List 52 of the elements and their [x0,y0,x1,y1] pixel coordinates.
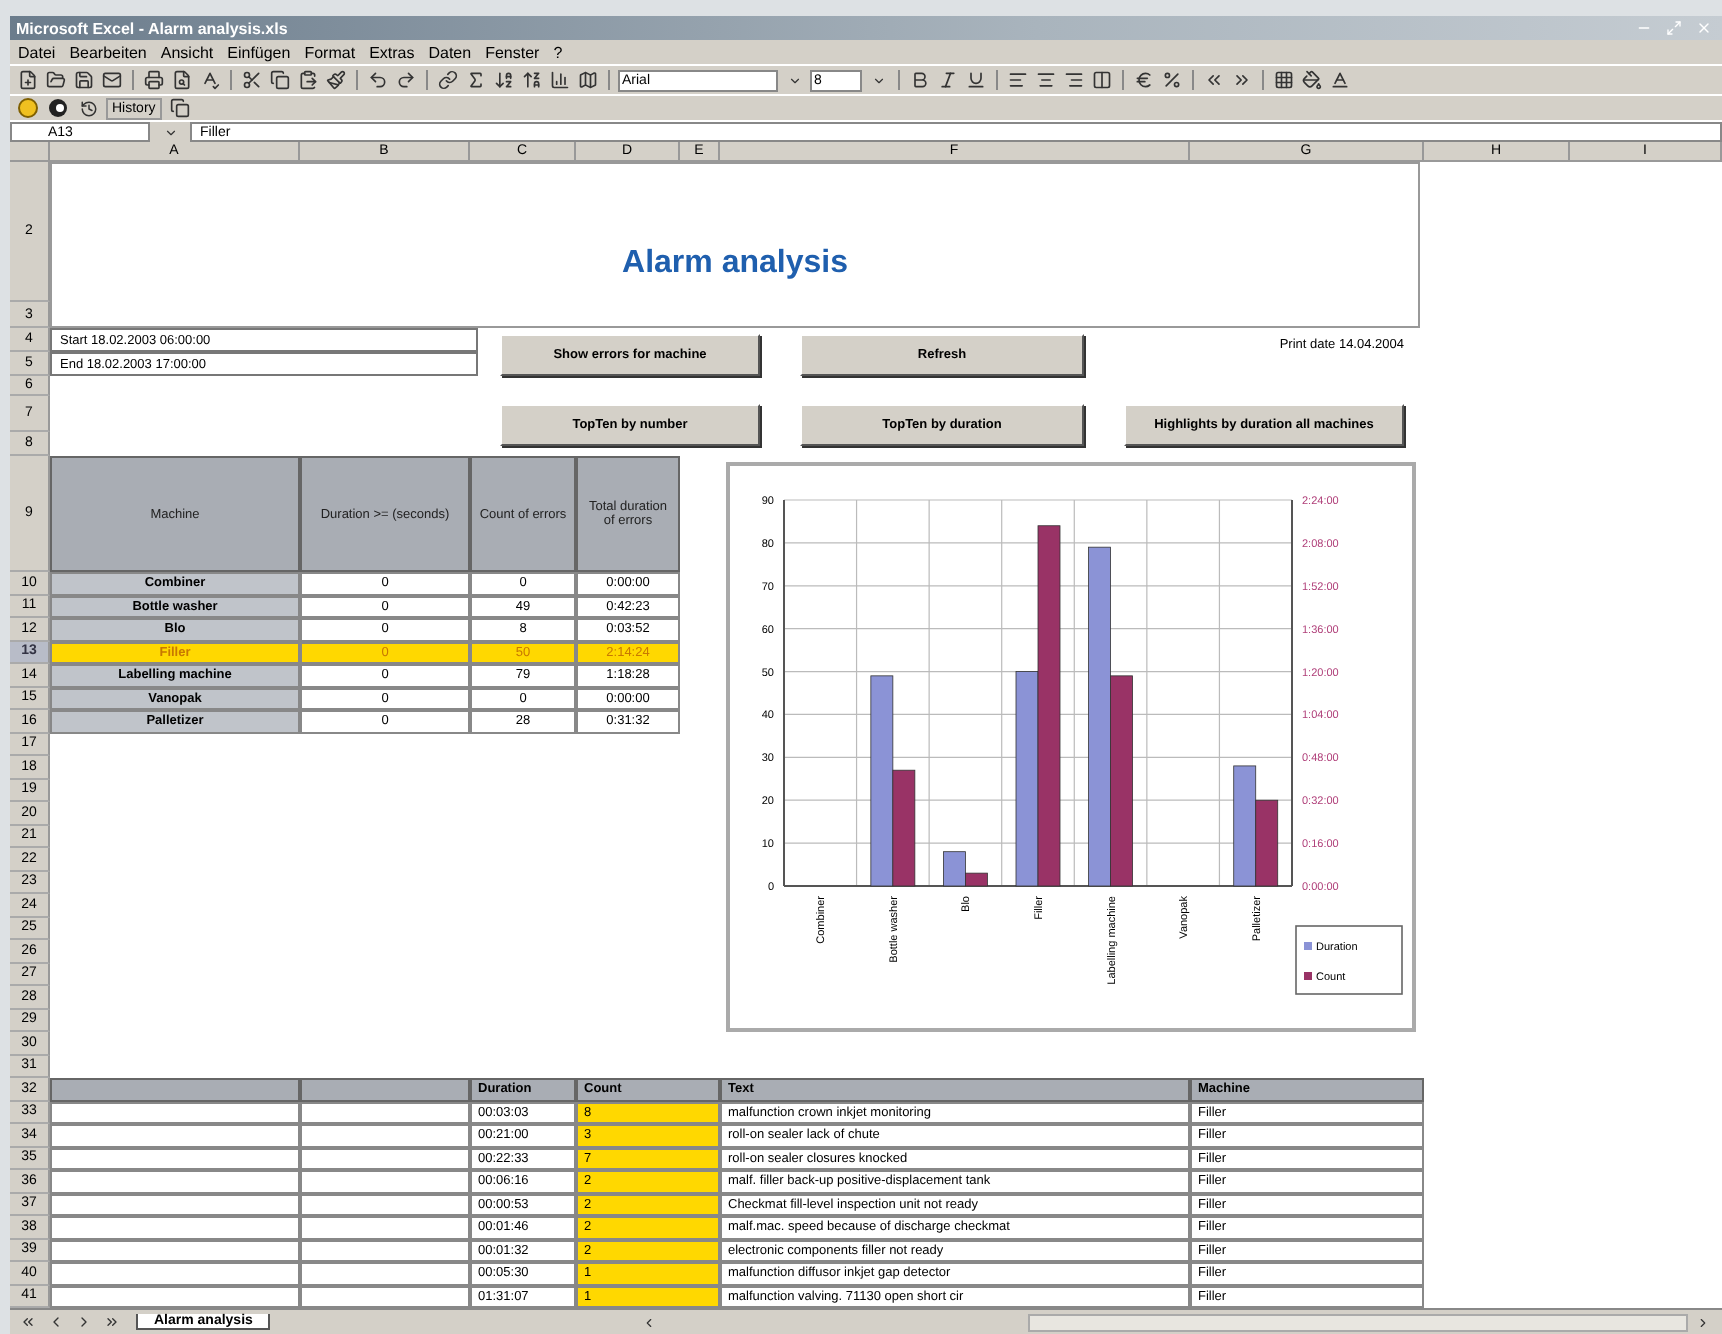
bold-icon[interactable] [908,68,932,92]
underline-icon[interactable] [964,68,988,92]
spellcheck-icon[interactable] [198,68,222,92]
fill-color-icon[interactable] [1300,68,1324,92]
chart-icon[interactable] [548,68,572,92]
borders-icon[interactable] [1272,68,1296,92]
menu-item[interactable]: Fenster [485,43,540,61]
euro-icon[interactable] [1132,68,1156,92]
menu-item[interactable]: Ansicht [160,43,214,61]
copy-icon[interactable] [167,96,192,120]
italic-icon[interactable] [936,68,960,92]
sort-ascending-icon[interactable] [492,68,516,92]
align-center-icon[interactable] [1034,68,1058,92]
save-icon[interactable] [72,68,96,92]
disc-icon[interactable] [16,96,40,120]
align-right-icon[interactable] [1062,68,1086,92]
preview-icon[interactable] [170,68,194,92]
ring-icon[interactable] [46,96,70,120]
printer-icon[interactable] [142,68,166,92]
window-title: Microsoft Excel - Alarm analysis.xls [16,19,290,37]
history-icon[interactable] [76,96,100,120]
cut-icon[interactable] [240,68,264,92]
report-title: Alarm analysis [622,246,848,282]
menu-item[interactable]: Format [304,43,356,61]
undo-icon[interactable] [366,68,390,92]
brush-icon[interactable] [324,68,348,92]
legend-swatch [1304,942,1312,950]
sort-descending-icon[interactable] [520,68,544,92]
redo-icon[interactable] [394,68,418,92]
menu-item[interactable]: Datei [18,43,56,61]
menu-item[interactable]: Bearbeiten [69,43,147,61]
copy-icon[interactable] [268,68,292,92]
bar [1255,799,1279,887]
menu-item[interactable]: ? [553,43,563,61]
horizontal-scrollbar[interactable] [1027,1313,1688,1331]
paste-icon[interactable] [296,68,320,92]
folder-icon[interactable] [44,68,68,92]
sigma-icon[interactable] [464,68,488,92]
link-icon[interactable] [436,68,460,92]
menu-item[interactable]: Einfügen [227,43,291,61]
mail-icon[interactable] [100,68,124,92]
menu-item[interactable]: Extras [369,43,415,61]
legend-swatch [1304,972,1312,980]
map-icon[interactable] [576,68,600,92]
legend-box [1295,925,1403,995]
align-left-icon[interactable] [1006,68,1030,92]
bar [1233,765,1257,887]
merge-icon[interactable] [1090,68,1114,92]
new-file-icon[interactable] [16,68,40,92]
menu-item[interactable]: Daten [428,43,472,61]
percent-icon[interactable] [1160,68,1184,92]
font-color-icon[interactable] [1328,68,1352,92]
